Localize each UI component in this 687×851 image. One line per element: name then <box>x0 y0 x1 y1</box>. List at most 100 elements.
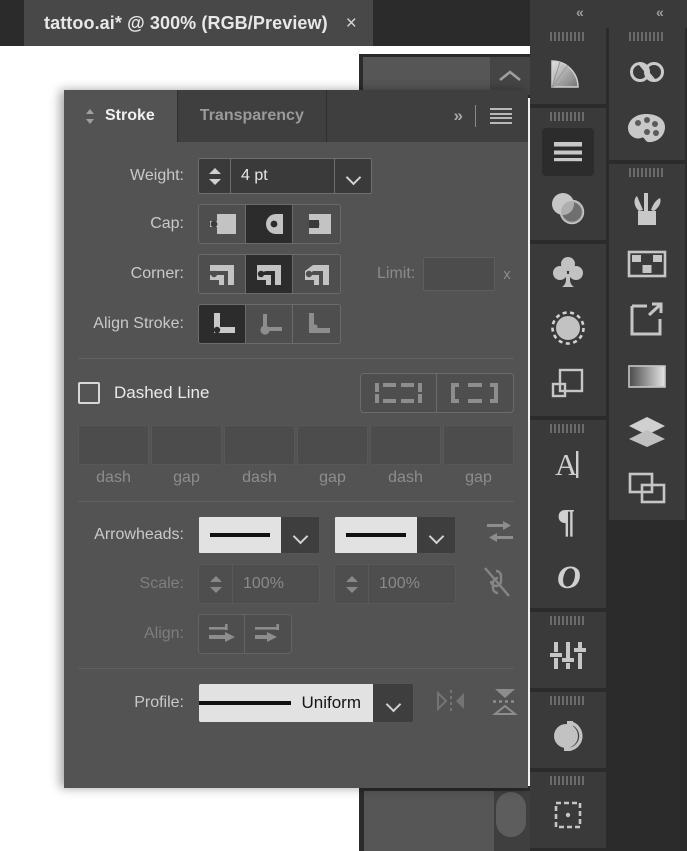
chevron-down-icon <box>294 531 307 539</box>
panel-dock-rails: « « A ¶ O <box>530 0 687 851</box>
collapse-right-rail-icon[interactable]: « <box>656 4 664 20</box>
collapse-left-rail-icon[interactable]: « <box>576 4 584 20</box>
arrowhead-start-preview[interactable] <box>199 517 281 553</box>
cap-button-group <box>198 204 341 244</box>
flip-along-button[interactable] <box>490 686 520 721</box>
dash-cell: dash <box>370 425 441 487</box>
tab-stroke[interactable]: Stroke <box>64 90 178 142</box>
dash-input-4[interactable] <box>297 425 368 465</box>
sidebar-item-transparency[interactable] <box>530 180 606 236</box>
dash-input-6[interactable] <box>443 425 514 465</box>
miter-join-button[interactable] <box>199 255 246 293</box>
scale-end-field[interactable]: 100% <box>334 564 456 604</box>
tool-separator <box>475 105 476 127</box>
arrowhead-start-dropdown[interactable] <box>281 517 319 553</box>
rail-grip[interactable] <box>530 772 606 788</box>
arrowhead-none-line <box>210 533 270 537</box>
align-dashes-corners-button[interactable] <box>437 374 513 412</box>
rail-grip[interactable] <box>530 108 606 124</box>
close-icon[interactable]: × <box>346 14 357 33</box>
sidebar-item-layers[interactable] <box>609 404 685 460</box>
sidebar-item-paragraph[interactable]: ¶ <box>530 492 606 548</box>
butt-cap-button[interactable] <box>199 205 246 243</box>
scale-start-field[interactable]: 100% <box>198 564 320 604</box>
arrowhead-end-select[interactable] <box>334 516 456 554</box>
projecting-cap-button[interactable] <box>293 205 340 243</box>
dash-preset-group <box>360 373 514 413</box>
weight-stepper[interactable] <box>199 159 231 193</box>
panel-tab-filler <box>326 90 444 142</box>
panel-collapse-toggle-icon[interactable] <box>86 108 95 124</box>
dash-caption-2: gap <box>173 469 200 486</box>
place-arrow-tip-button[interactable] <box>245 615 291 653</box>
bevel-join-button[interactable] <box>293 255 340 293</box>
rail-grip[interactable] <box>530 420 606 436</box>
sidebar-item-stroke[interactable] <box>530 124 606 180</box>
extend-arrow-tip-button[interactable] <box>199 615 245 653</box>
sidebar-item-gradient-swatch[interactable] <box>609 348 685 404</box>
preserve-dash-lengths-button[interactable] <box>361 374 437 412</box>
scale-start-input[interactable]: 100% <box>233 565 319 603</box>
sidebar-item-appearance[interactable] <box>609 460 685 516</box>
profile-select[interactable]: Uniform <box>198 683 414 723</box>
limit-input[interactable] <box>423 257 496 291</box>
sidebar-item-cc-libraries[interactable] <box>609 44 685 100</box>
transform-panel-icon <box>550 642 586 669</box>
scale-end-stepper[interactable] <box>335 565 369 603</box>
profile-dropdown-button[interactable] <box>373 684 413 722</box>
arrowhead-start-select[interactable] <box>198 516 320 554</box>
chevron-double-right-icon[interactable]: » <box>454 106 464 126</box>
dash-input-1[interactable] <box>78 425 149 465</box>
sidebar-item-gradient[interactable] <box>530 44 606 100</box>
sidebar-item-brushes-jar[interactable] <box>609 180 685 236</box>
round-join-button[interactable] <box>246 255 293 293</box>
sidebar-item-brushes[interactable] <box>530 300 606 356</box>
sidebar-item-artboards[interactable] <box>530 788 606 844</box>
sidebar-item-opentype[interactable]: O <box>530 548 606 604</box>
dash-input-3[interactable] <box>224 425 295 465</box>
dashed-line-checkbox[interactable] <box>78 382 100 404</box>
gradient-swatch-icon <box>628 365 666 388</box>
stroke-panel: Stroke Transparency » Weight: 4 pt Cap: … <box>64 90 528 788</box>
align-center-button[interactable] <box>199 305 246 343</box>
align-outside-button[interactable] <box>293 305 340 343</box>
scale-start-stepper[interactable] <box>199 565 233 603</box>
sidebar-item-color[interactable] <box>609 100 685 156</box>
rail-grip[interactable] <box>530 28 606 44</box>
brushes-jar-icon <box>634 193 661 225</box>
scale-row: Scale: 100% 100% <box>64 564 528 604</box>
weight-field[interactable]: 4 pt <box>198 158 372 194</box>
align-inside-button[interactable] <box>246 305 293 343</box>
swap-arrowheads-button[interactable] <box>486 520 514 551</box>
weight-input[interactable]: 4 pt <box>231 159 335 193</box>
scrollbar-thumb[interactable] <box>496 792 526 837</box>
profile-preview[interactable]: Uniform <box>199 684 373 722</box>
rail-grip[interactable] <box>530 692 606 708</box>
flip-across-button[interactable] <box>434 687 468 720</box>
rail-grip[interactable] <box>609 164 685 180</box>
scale-end-input[interactable]: 100% <box>369 565 455 603</box>
document-tab[interactable]: tattoo.ai* @ 300% (RGB/Preview) × <box>24 0 374 46</box>
dash-input-2[interactable] <box>151 425 222 465</box>
panel-menu-icon[interactable] <box>490 108 512 124</box>
sidebar-item-pathfinder[interactable] <box>530 708 606 764</box>
divider-1 <box>78 358 514 359</box>
tab-transparency[interactable]: Transparency <box>177 90 327 142</box>
sidebar-item-symbols[interactable] <box>530 244 606 300</box>
sidebar-item-swatches[interactable] <box>609 236 685 292</box>
sidebar-item-character[interactable]: A <box>530 436 606 492</box>
sidebar-item-transform[interactable] <box>530 628 606 684</box>
stroke-panel-body: Weight: 4 pt Cap: Corner: Limit: x Align… <box>64 142 528 723</box>
align-stroke-center-icon <box>213 313 235 334</box>
dash-input-5[interactable] <box>370 425 441 465</box>
sidebar-item-graphic-styles[interactable] <box>530 356 606 412</box>
round-cap-button[interactable] <box>246 205 293 243</box>
rail-grip[interactable] <box>609 28 685 44</box>
arrowhead-end-dropdown[interactable] <box>417 517 455 553</box>
place-arrow-tip-icon <box>255 624 279 642</box>
sidebar-item-export[interactable] <box>609 292 685 348</box>
arrowhead-end-preview[interactable] <box>335 517 417 553</box>
weight-dropdown-button[interactable] <box>335 159 371 193</box>
rail-grip[interactable] <box>530 612 606 628</box>
link-scales-button[interactable] <box>482 565 512 604</box>
